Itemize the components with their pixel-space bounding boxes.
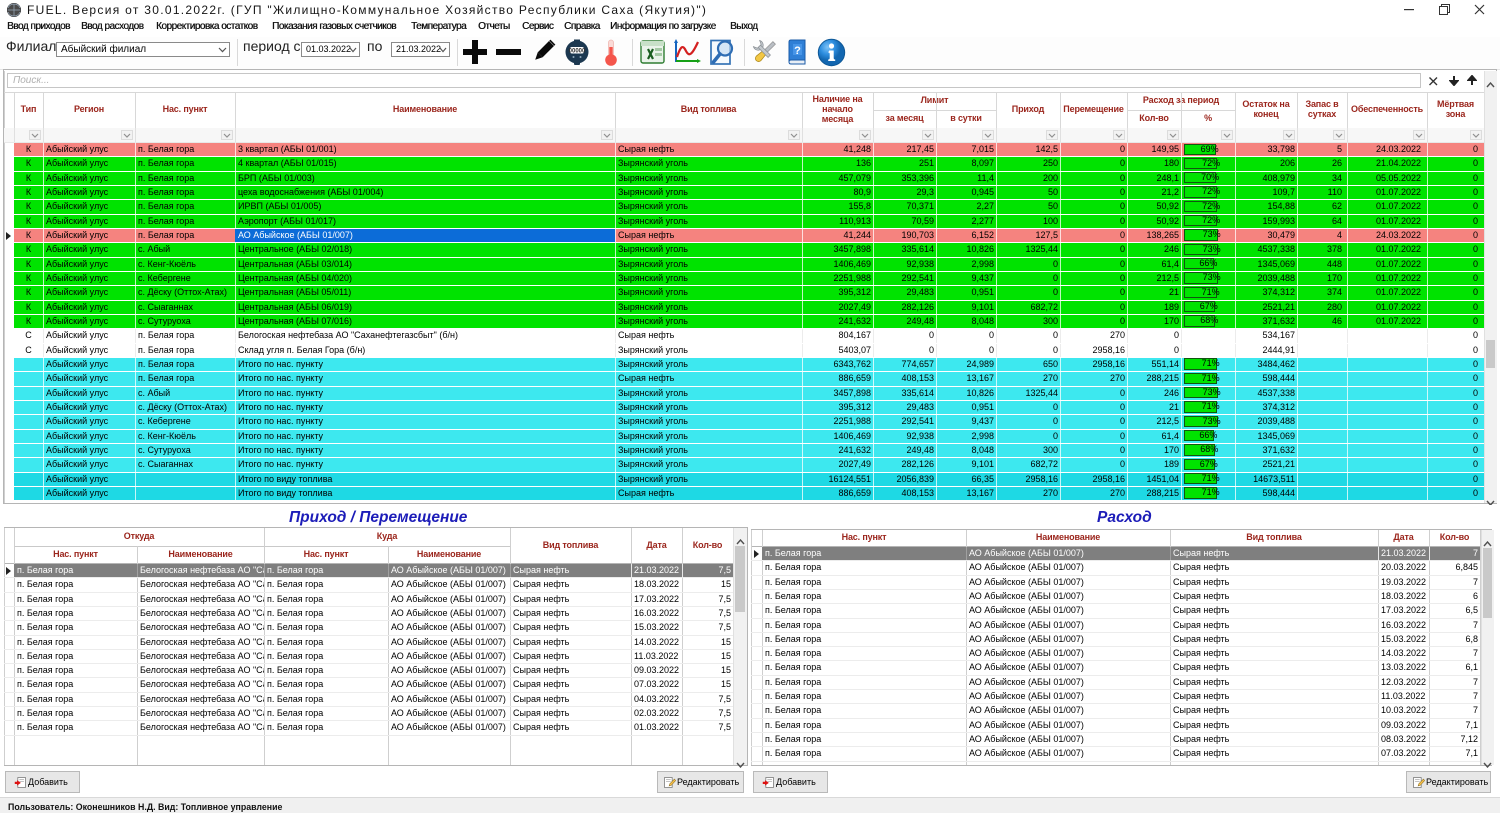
svg-text:00000: 00000 bbox=[569, 49, 586, 55]
svg-text:?: ? bbox=[794, 45, 801, 57]
